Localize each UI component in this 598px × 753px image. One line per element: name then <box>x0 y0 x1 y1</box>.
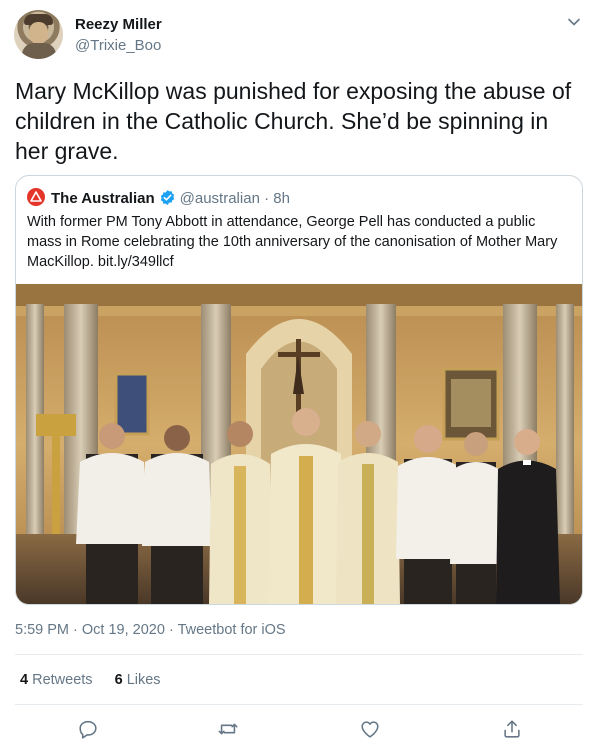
tweet-timestamp: 5:59 PM · Oct 19, 2020 · Tweetbot for iO… <box>15 622 286 638</box>
timestamp-separator: · <box>168 622 174 638</box>
quoted-tweet-header: The Australian @australian · 8h <box>27 188 290 208</box>
chevron-down-icon[interactable] <box>566 14 582 30</box>
tweet-date[interactable]: Oct 19, 2020 <box>82 622 165 638</box>
tweet-text: Mary McKillop was punished for exposing … <box>15 78 572 164</box>
author-display-name[interactable]: Reezy Miller <box>75 16 162 33</box>
tweet-source[interactable]: Tweetbot for iOS <box>178 622 286 638</box>
divider <box>15 654 583 655</box>
retweets-stat[interactable]: 4 Retweets <box>20 672 93 688</box>
quoted-time: 8h <box>273 190 290 207</box>
quoted-tweet-text: With former PM Tony Abbott in attendance… <box>27 214 558 270</box>
likes-stat[interactable]: 6 Likes <box>115 672 161 688</box>
quoted-separator: · <box>264 190 270 207</box>
tweet-stats: 4 Retweets 6 Likes <box>20 672 179 688</box>
the-australian-logo-icon <box>27 188 45 206</box>
likes-count: 6 <box>114 672 123 688</box>
tweet-header: Reezy Miller @Trixie_Boo <box>14 10 584 62</box>
share-icon[interactable] <box>501 718 523 740</box>
quoted-tweet-photo[interactable] <box>16 284 582 604</box>
tweet-time[interactable]: 5:59 PM <box>15 622 69 638</box>
tweet-actions <box>15 712 583 746</box>
likes-label: Likes <box>126 672 161 688</box>
retweets-label: Retweets <box>32 672 93 688</box>
divider <box>15 704 583 705</box>
avatar[interactable] <box>14 10 63 59</box>
author-handle[interactable]: @Trixie_Boo <box>75 37 161 54</box>
quoted-author-handle: @australian <box>179 190 260 207</box>
quoted-author-name[interactable]: The Australian <box>51 190 155 207</box>
retweets-count: 4 <box>20 672 29 688</box>
verified-badge-icon <box>160 190 174 205</box>
retweet-icon[interactable] <box>217 718 239 740</box>
quoted-tweet[interactable]: The Australian @australian · 8h With for… <box>15 175 583 605</box>
timestamp-separator: · <box>73 622 78 638</box>
reply-icon[interactable] <box>77 718 99 740</box>
heart-icon[interactable] <box>359 718 381 740</box>
